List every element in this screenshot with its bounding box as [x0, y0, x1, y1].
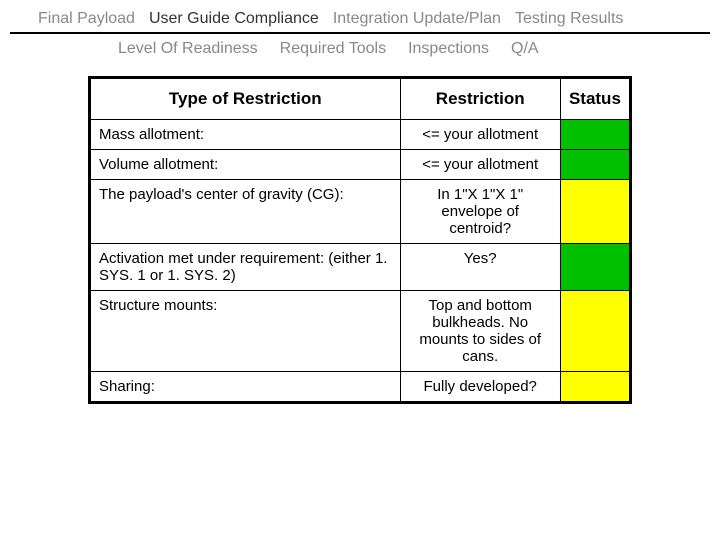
table-row: Sharing: Fully developed?	[90, 372, 631, 403]
cell-restriction: Fully developed?	[400, 372, 560, 403]
tab-required-tools[interactable]: Required Tools	[280, 40, 386, 58]
cell-status	[560, 244, 630, 291]
cell-type: Volume allotment:	[90, 150, 401, 180]
tabs-row-2: Level Of Readiness Required Tools Inspec…	[0, 34, 720, 68]
cell-restriction: Top and bottom bulkheads. No mounts to s…	[400, 291, 560, 372]
restrictions-table: Type of Restriction Restriction Status M…	[88, 76, 632, 404]
cell-type: Sharing:	[90, 372, 401, 403]
cell-restriction: Yes?	[400, 244, 560, 291]
col-status: Status	[560, 78, 630, 120]
tab-user-guide-compliance[interactable]: User Guide Compliance	[149, 10, 319, 28]
table-row: Mass allotment: <= your allotment	[90, 120, 631, 150]
table-row: Structure mounts: Top and bottom bulkhea…	[90, 291, 631, 372]
tab-qa[interactable]: Q/A	[511, 40, 539, 58]
tab-inspections[interactable]: Inspections	[408, 40, 489, 58]
cell-status	[560, 120, 630, 150]
tab-final-payload[interactable]: Final Payload	[38, 10, 135, 28]
cell-type: Mass allotment:	[90, 120, 401, 150]
cell-type: The payload's center of gravity (CG):	[90, 180, 401, 244]
tabs-row-1: Final Payload User Guide Compliance Inte…	[10, 0, 710, 34]
col-restriction: Restriction	[400, 78, 560, 120]
restrictions-table-wrap: Type of Restriction Restriction Status M…	[88, 76, 632, 404]
cell-status	[560, 150, 630, 180]
table-row: Volume allotment: <= your allotment	[90, 150, 631, 180]
cell-restriction: <= your allotment	[400, 150, 560, 180]
col-type-of-restriction: Type of Restriction	[90, 78, 401, 120]
table-row: The payload's center of gravity (CG): In…	[90, 180, 631, 244]
cell-status	[560, 291, 630, 372]
cell-restriction: <= your allotment	[400, 120, 560, 150]
tab-level-of-readiness[interactable]: Level Of Readiness	[118, 40, 258, 58]
cell-type: Activation met under requirement: (eithe…	[90, 244, 401, 291]
cell-status	[560, 180, 630, 244]
tab-integration-update-plan[interactable]: Integration Update/Plan	[333, 10, 501, 28]
table-header-row: Type of Restriction Restriction Status	[90, 78, 631, 120]
cell-type: Structure mounts:	[90, 291, 401, 372]
table-row: Activation met under requirement: (eithe…	[90, 244, 631, 291]
cell-restriction: In 1"X 1"X 1" envelope of centroid?	[400, 180, 560, 244]
cell-status	[560, 372, 630, 403]
tab-testing-results[interactable]: Testing Results	[515, 10, 624, 28]
